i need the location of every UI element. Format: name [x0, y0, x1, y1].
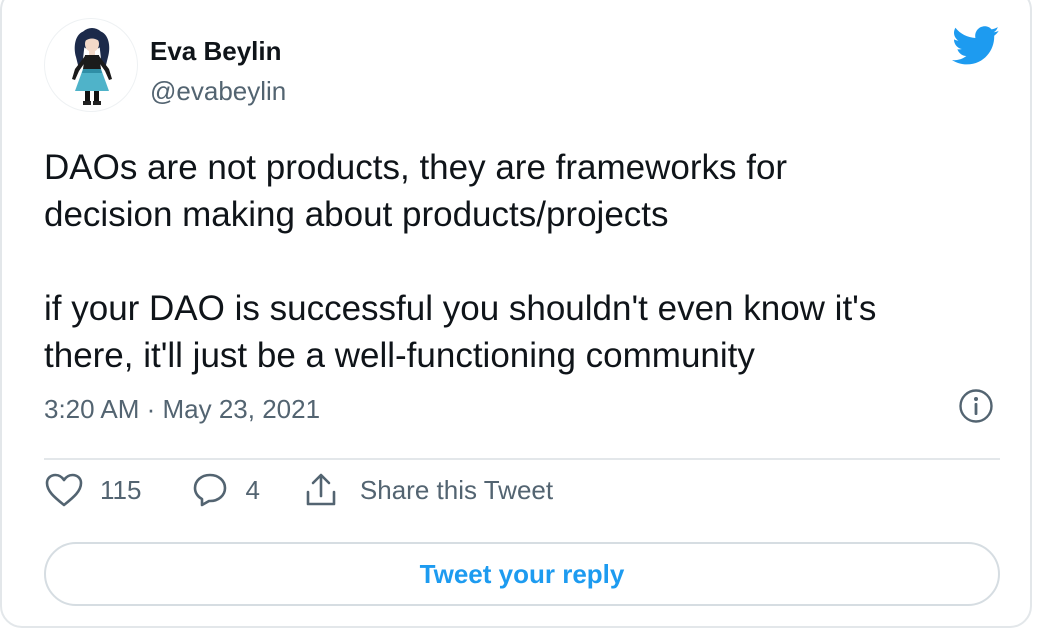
twitter-bird-icon[interactable]	[952, 26, 1000, 66]
reply-count: 4	[245, 474, 260, 505]
tweet-line: there, it'll just be a well-functioning …	[44, 336, 755, 375]
tweet-line: DAOs are not products, they are framewor…	[44, 148, 788, 187]
tweet-your-reply-button[interactable]: Tweet your reply	[44, 542, 1000, 606]
divider	[44, 458, 1000, 460]
avatar[interactable]	[44, 18, 138, 112]
tweet-text: DAOs are not products, they are framewor…	[44, 144, 1014, 379]
like-button[interactable]: 115	[44, 472, 141, 508]
share-button[interactable]: Share this Tweet	[304, 472, 553, 508]
tweet-line: if your DAO is successful you shouldn't …	[44, 289, 877, 328]
heart-icon	[45, 473, 83, 507]
avatar-illustration	[72, 28, 112, 105]
info-icon[interactable]	[958, 388, 994, 424]
tweet-card: Eva Beylin @evabeylin DAOs are not produ…	[0, 0, 1032, 628]
reply-bubble-icon	[194, 473, 227, 507]
like-count: 115	[100, 474, 142, 505]
share-label: Share this Tweet	[359, 474, 554, 505]
share-icon	[306, 473, 336, 506]
author-handle[interactable]: @evabeylin	[150, 76, 286, 107]
tweet-timestamp[interactable]: 3:20 AM · May 23, 2021	[44, 394, 320, 425]
reply-button[interactable]: 4	[191, 472, 260, 508]
author-name[interactable]: Eva Beylin	[150, 36, 282, 67]
tweet-actions: 115 4 Share this Tweet	[44, 470, 553, 510]
tweet-line: decision making about products/projects	[44, 195, 669, 234]
